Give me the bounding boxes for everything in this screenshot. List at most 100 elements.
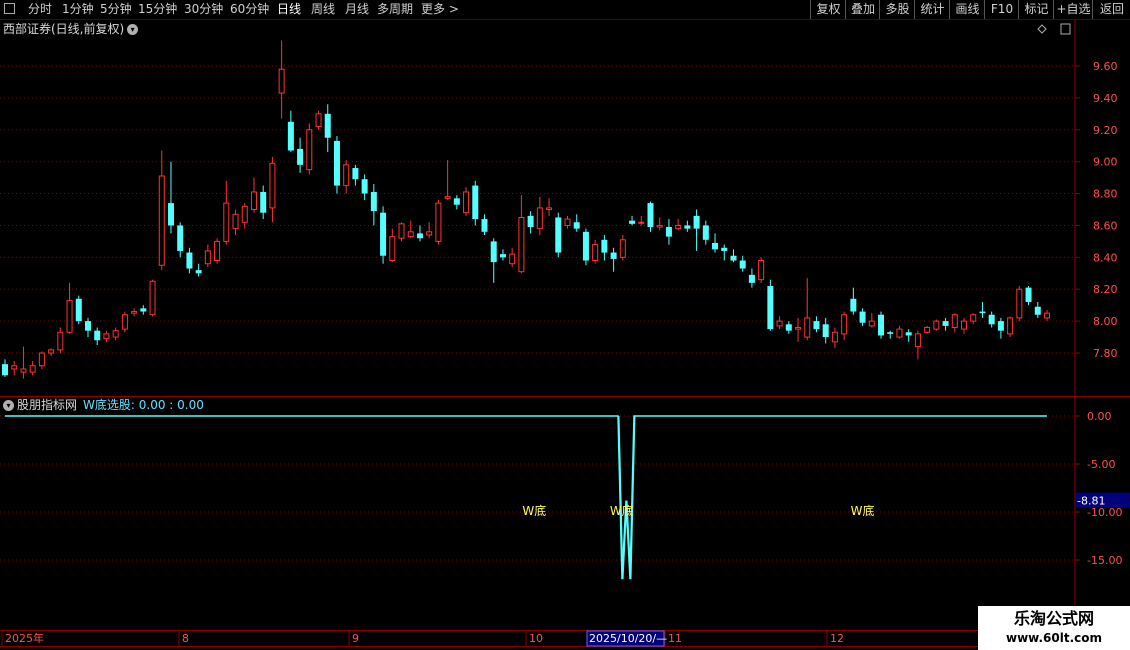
candle-body-down <box>177 225 184 251</box>
candle-body-down <box>573 222 580 229</box>
candle-body-up <box>435 202 442 242</box>
indicator-line <box>5 415 1047 580</box>
time-tick-label: 8 <box>182 632 189 645</box>
candle-body-down <box>629 220 636 224</box>
candle-body-up <box>315 113 322 128</box>
watermark-line1: 乐淘公式网 <box>1013 609 1094 628</box>
candle-body-up <box>269 162 276 209</box>
candle-body-down <box>94 330 101 341</box>
candle-body-down <box>601 239 608 253</box>
candle-body-up <box>592 244 599 262</box>
candle-body-down <box>472 185 479 220</box>
candle-body-down <box>186 252 193 269</box>
candle-body-up <box>204 250 211 265</box>
watermark-logo: 乐淘公式网 www.60lt.com <box>978 606 1130 650</box>
candle-body-up <box>463 191 470 214</box>
candle-body-down <box>610 252 617 259</box>
candle-body-down <box>988 314 995 325</box>
candle-body-up <box>232 213 239 230</box>
candle-body-down <box>380 212 387 256</box>
price-tick-label: 8.60 <box>1093 219 1118 232</box>
candle-body-down <box>333 140 340 186</box>
candle-body-up <box>795 326 802 330</box>
candle-body-up <box>546 207 553 210</box>
candle-body-down <box>555 217 562 253</box>
candle-body-up <box>951 314 958 328</box>
time-tick-label: 9 <box>352 632 359 645</box>
indicator-tick-label: 0.00 <box>1087 410 1112 423</box>
w-bottom-signal-label: W底 <box>610 503 634 518</box>
candle-body-down <box>481 219 488 232</box>
candle-body-up <box>1007 317 1014 335</box>
candle-body-up <box>103 333 110 340</box>
panel-toggle-icon <box>1060 23 1071 35</box>
time-tick-label: 11 <box>668 632 682 645</box>
candle-body-up <box>675 224 682 230</box>
candle-body-up <box>638 221 645 224</box>
price-tick-label: 9.60 <box>1093 60 1118 73</box>
candle-body-up <box>536 207 543 230</box>
candle-body-down <box>767 286 774 330</box>
candle-body-up <box>1016 288 1023 319</box>
candle-body-down <box>730 255 737 261</box>
candle-body-up <box>1044 312 1050 319</box>
candle-body-up <box>619 239 626 258</box>
candle-body-up <box>518 216 525 273</box>
candle-body-down <box>352 168 359 180</box>
candle-body-up <box>656 224 663 228</box>
candle-body-up <box>66 299 73 333</box>
candle-body-down <box>748 274 755 283</box>
candle-body-up <box>831 331 838 343</box>
candle-body-up <box>112 330 119 338</box>
candle-body-down <box>665 227 672 237</box>
price-tick-label: 9.20 <box>1093 124 1118 137</box>
candle-body-down <box>721 247 728 251</box>
indicator-tick-label: -5.00 <box>1087 458 1115 471</box>
candle-body-down <box>859 311 866 323</box>
candle-body-down <box>287 121 294 151</box>
candle-body-down <box>453 198 460 205</box>
candle-body-down <box>140 308 147 312</box>
candle-body-down <box>361 179 368 194</box>
price-tick-label: 8.20 <box>1093 283 1118 296</box>
candle-body-down <box>785 324 792 331</box>
candle-body-down <box>702 225 709 240</box>
candle-body-up <box>11 365 18 370</box>
candle-body-up <box>444 196 451 199</box>
w-bottom-signal-label: W底 <box>522 503 546 518</box>
candle-body-up <box>896 328 903 338</box>
candle-body-up <box>57 331 64 351</box>
price-tick-label: 9.00 <box>1093 156 1118 169</box>
candle-body-down <box>324 113 331 138</box>
candle-body-down <box>905 332 912 336</box>
time-tick-label: 10 <box>529 632 543 645</box>
candle-body-up <box>20 368 27 373</box>
candle-body-down <box>942 321 949 326</box>
price-tick-label: 8.80 <box>1093 188 1118 201</box>
candle-body-down <box>260 191 267 213</box>
price-tick-label: 8.40 <box>1093 251 1118 264</box>
candle-body-up <box>241 205 248 223</box>
price-tick-label: 8.00 <box>1093 315 1118 328</box>
price-tick-label: 7.80 <box>1093 347 1118 360</box>
candle-body-up <box>868 320 875 327</box>
candle-body-down <box>813 321 820 330</box>
candle-body-up <box>250 191 257 210</box>
candle-body-up <box>841 314 848 335</box>
candle-body-up <box>131 311 138 314</box>
candle-body-down <box>997 321 1004 331</box>
time-tick-label: 12 <box>830 632 844 645</box>
candle-body-down <box>582 231 589 261</box>
candle-body-down <box>416 233 423 239</box>
candle-body-down <box>739 260 746 269</box>
candle-body-up <box>961 320 968 330</box>
candle-body-up <box>933 320 940 330</box>
candle-body-down <box>167 203 174 226</box>
candle-body-down <box>878 314 885 336</box>
time-tick-label: 2025年 <box>5 631 44 645</box>
candle-body-up <box>48 349 55 354</box>
stock-chart[interactable]: 9.60 9.40 9.20 9.00 8.80 8.60 8.40 8.20 8.00 7.80… <box>0 0 1130 650</box>
candle-body-down <box>490 241 497 263</box>
candle-body-up <box>121 314 128 330</box>
w-bottom-signal-label: W底 <box>851 503 875 518</box>
